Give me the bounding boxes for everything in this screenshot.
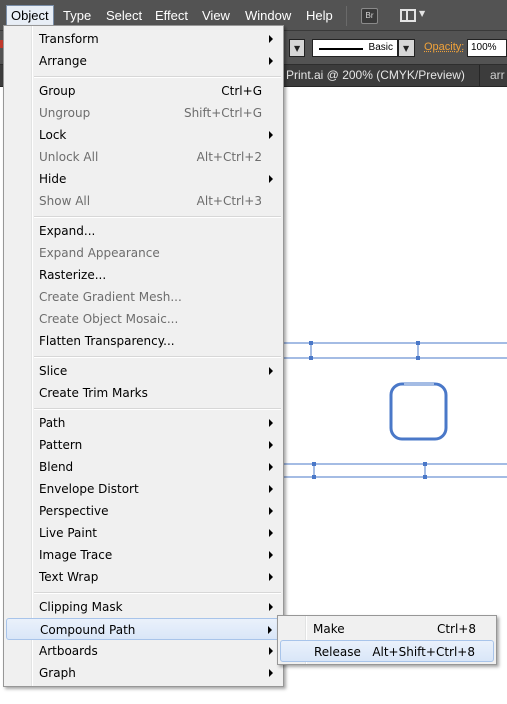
stroke-preview (319, 48, 363, 50)
submenu-arrow-icon (269, 441, 273, 449)
menu-separator (34, 216, 281, 218)
menubar-separator (346, 6, 347, 26)
menu-item-rasterize[interactable]: Rasterize... (6, 264, 281, 286)
submenu-arrow-icon (269, 529, 273, 537)
menu-item-show-all: Show All Alt+Ctrl+3 (39, 194, 262, 208)
menu-select[interactable]: Select (102, 5, 146, 26)
menu-item-ungroup: Ungroup Shift+Ctrl+G (39, 106, 262, 120)
menu-item-arrange[interactable]: Arrange (6, 50, 281, 72)
menu-separator (34, 592, 281, 594)
submenu-arrow-icon (269, 175, 273, 183)
tab-document-print[interactable]: Print.ai @ 200% (CMYK/Preview) (280, 65, 480, 87)
arrange-documents-icon[interactable] (400, 9, 416, 22)
submenu-arrow-icon (269, 367, 273, 375)
submenu-arrow-icon (269, 485, 273, 493)
submenu-arrow-icon (268, 626, 272, 634)
tab-document-second[interactable]: arr (484, 65, 505, 87)
menu-item-flatten-transparency[interactable]: Flatten Transparency... (6, 330, 281, 352)
menu-item-unlock-all: Unlock All Alt+Ctrl+2 (39, 150, 262, 164)
chevron-down-icon: ▼ (294, 44, 301, 53)
submenu-arrow-icon (269, 647, 273, 655)
submenu-arrow-icon (269, 35, 273, 43)
menu-item-expand-appearance: Expand Appearance (39, 246, 160, 260)
stroke-profile-dropdown[interactable]: ▼ (398, 39, 415, 57)
menu-item-group[interactable]: Group Ctrl+G (6, 80, 281, 102)
compound-path-submenu: Make Ctrl+8 Release Alt+Shift+Ctrl+8 (277, 615, 497, 665)
bridge-icon[interactable]: Br (361, 8, 378, 24)
menu-object[interactable]: Object (6, 5, 54, 26)
menu-effect[interactable]: Effect (151, 5, 192, 26)
menu-item-graph[interactable]: Graph (6, 662, 281, 684)
menu-item-transform[interactable]: Transform (6, 28, 281, 50)
menu-item-compound-path[interactable]: Compound Path (6, 618, 281, 640)
opacity-label[interactable]: Opacity: (424, 41, 464, 53)
menu-item-hide[interactable]: Hide (6, 168, 281, 190)
menu-window[interactable]: Window (241, 5, 295, 26)
menu-item-create-object-mosaic: Create Object Mosaic... (39, 312, 179, 326)
submenu-item-release[interactable]: Release Alt+Shift+Ctrl+8 (280, 640, 494, 662)
stroke-weight-dropdown[interactable]: ▼ (289, 39, 305, 57)
menu-item-pattern[interactable]: Pattern (6, 434, 281, 456)
submenu-arrow-icon (269, 131, 273, 139)
submenu-arrow-icon (269, 419, 273, 427)
chevron-down-icon[interactable]: ▼ (419, 9, 425, 18)
menu-item-create-trim-marks[interactable]: Create Trim Marks (6, 382, 281, 404)
menu-item-envelope-distort[interactable]: Envelope Distort (6, 478, 281, 500)
menu-separator (34, 76, 281, 78)
opacity-input[interactable]: 100% (467, 39, 507, 57)
menu-item-create-gradient-mesh: Create Gradient Mesh... (39, 290, 182, 304)
submenu-item-make[interactable]: Make Ctrl+8 (280, 618, 494, 640)
menu-item-perspective[interactable]: Perspective (6, 500, 281, 522)
menu-item-expand[interactable]: Expand... (6, 220, 281, 242)
menu-separator (34, 408, 281, 410)
submenu-arrow-icon (269, 507, 273, 515)
submenu-arrow-icon (269, 669, 273, 677)
menu-item-text-wrap[interactable]: Text Wrap (6, 566, 281, 588)
menu-item-path[interactable]: Path (6, 412, 281, 434)
object-menu: Transform Arrange Group Ctrl+G Ungroup S… (3, 25, 284, 687)
menu-view[interactable]: View (198, 5, 234, 26)
menu-item-slice[interactable]: Slice (6, 360, 281, 382)
stroke-profile-label: Basic (368, 42, 393, 53)
submenu-arrow-icon (269, 603, 273, 611)
menu-item-clipping-mask[interactable]: Clipping Mask (6, 596, 281, 618)
submenu-arrow-icon (269, 463, 273, 471)
menu-item-lock[interactable]: Lock (6, 124, 281, 146)
menu-item-blend[interactable]: Blend (6, 456, 281, 478)
menu-item-image-trace[interactable]: Image Trace (6, 544, 281, 566)
stroke-profile-select[interactable]: Basic (312, 39, 398, 57)
menu-separator (34, 356, 281, 358)
chevron-down-icon: ▼ (403, 44, 410, 53)
menu-type[interactable]: Type (59, 5, 95, 26)
menu-help[interactable]: Help (302, 5, 337, 26)
submenu-arrow-icon (269, 551, 273, 559)
submenu-arrow-icon (269, 573, 273, 581)
menu-item-artboards[interactable]: Artboards (6, 640, 281, 662)
menu-item-live-paint[interactable]: Live Paint (6, 522, 281, 544)
submenu-arrow-icon (269, 57, 273, 65)
